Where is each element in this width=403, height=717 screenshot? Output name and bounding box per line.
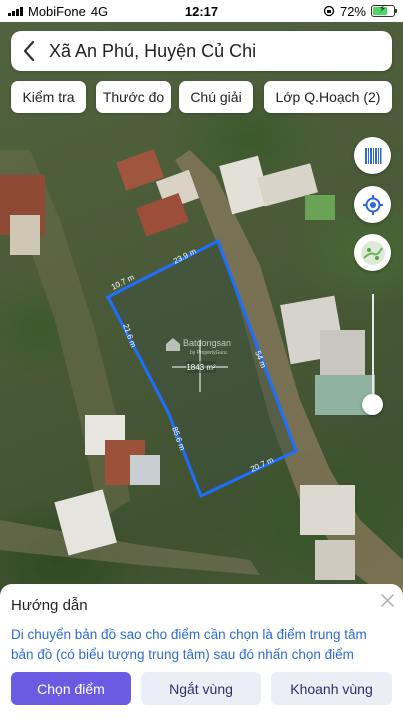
watermark-brand: Batdongsan [183,338,231,348]
locate-button[interactable] [354,186,391,223]
planning-layers-button[interactable]: Lớp Q.Hoạch (2) [264,81,392,113]
zoom-slider-track[interactable] [372,294,374,404]
roof-red [116,149,164,191]
select-point-button[interactable]: Chọn điểm [11,672,131,705]
close-icon [380,593,394,607]
page-title: Xã An Phú, Huyện Củ Chi [49,40,257,61]
map-layer-button[interactable] [354,234,391,271]
road-south [0,520,260,575]
roof-grey [130,455,160,485]
roof-white [320,330,365,375]
status-right: 72% ⚡ [323,3,397,19]
status-bar: MobiFone 4G 12:17 72% ⚡ [0,0,403,22]
sheet-title: Hướng dẫn [11,597,88,614]
roof-white [10,215,40,255]
charging-bolt-icon: ⚡ [379,4,387,15]
measure-button[interactable]: Thước đo [96,81,171,113]
locate-icon [362,194,383,215]
roof-red [136,193,189,237]
status-left: MobiFone 4G [8,4,108,19]
back-button[interactable] [11,31,47,71]
field [305,195,335,220]
clock: 12:17 [184,3,219,19]
signal-icon [8,6,23,16]
split-zone-button[interactable]: Ngắt vùng [141,672,261,705]
watermark-sub: by PropertyGuru [190,350,227,356]
area-label: 1843 m² [186,363,216,372]
map-toolbar: Kiểm tra Thước đo Chú giải Lớp Q.Hoạch (… [11,81,392,113]
chevron-left-icon [23,40,35,62]
barcode-button[interactable] [354,137,391,174]
barcode-icon [364,147,381,164]
map-layer-icon [360,240,385,265]
zoom-slider-thumb[interactable] [362,394,383,415]
instruction-sheet: Hướng dẫn Di chuyển bản đồ sao cho điểm … [0,584,403,717]
sheet-description: Di chuyển bản đồ sao cho điểm cần chọn l… [11,627,367,662]
close-button[interactable] [378,591,396,609]
battery-icon: ⚡ [371,4,397,17]
roof-white [315,540,355,580]
carrier-label: MobiFone [28,3,86,19]
enclose-zone-button[interactable]: Khoanh vùng [271,672,392,705]
network-label: 4G [90,3,109,19]
battery-percent: 72% [339,3,366,19]
roof-white [300,485,355,535]
location-header: Xã An Phú, Huyện Củ Chi [11,31,392,71]
legend-button[interactable]: Chú giải [179,81,253,113]
check-button[interactable]: Kiểm tra [11,81,86,113]
rotation-lock-icon [323,5,335,17]
